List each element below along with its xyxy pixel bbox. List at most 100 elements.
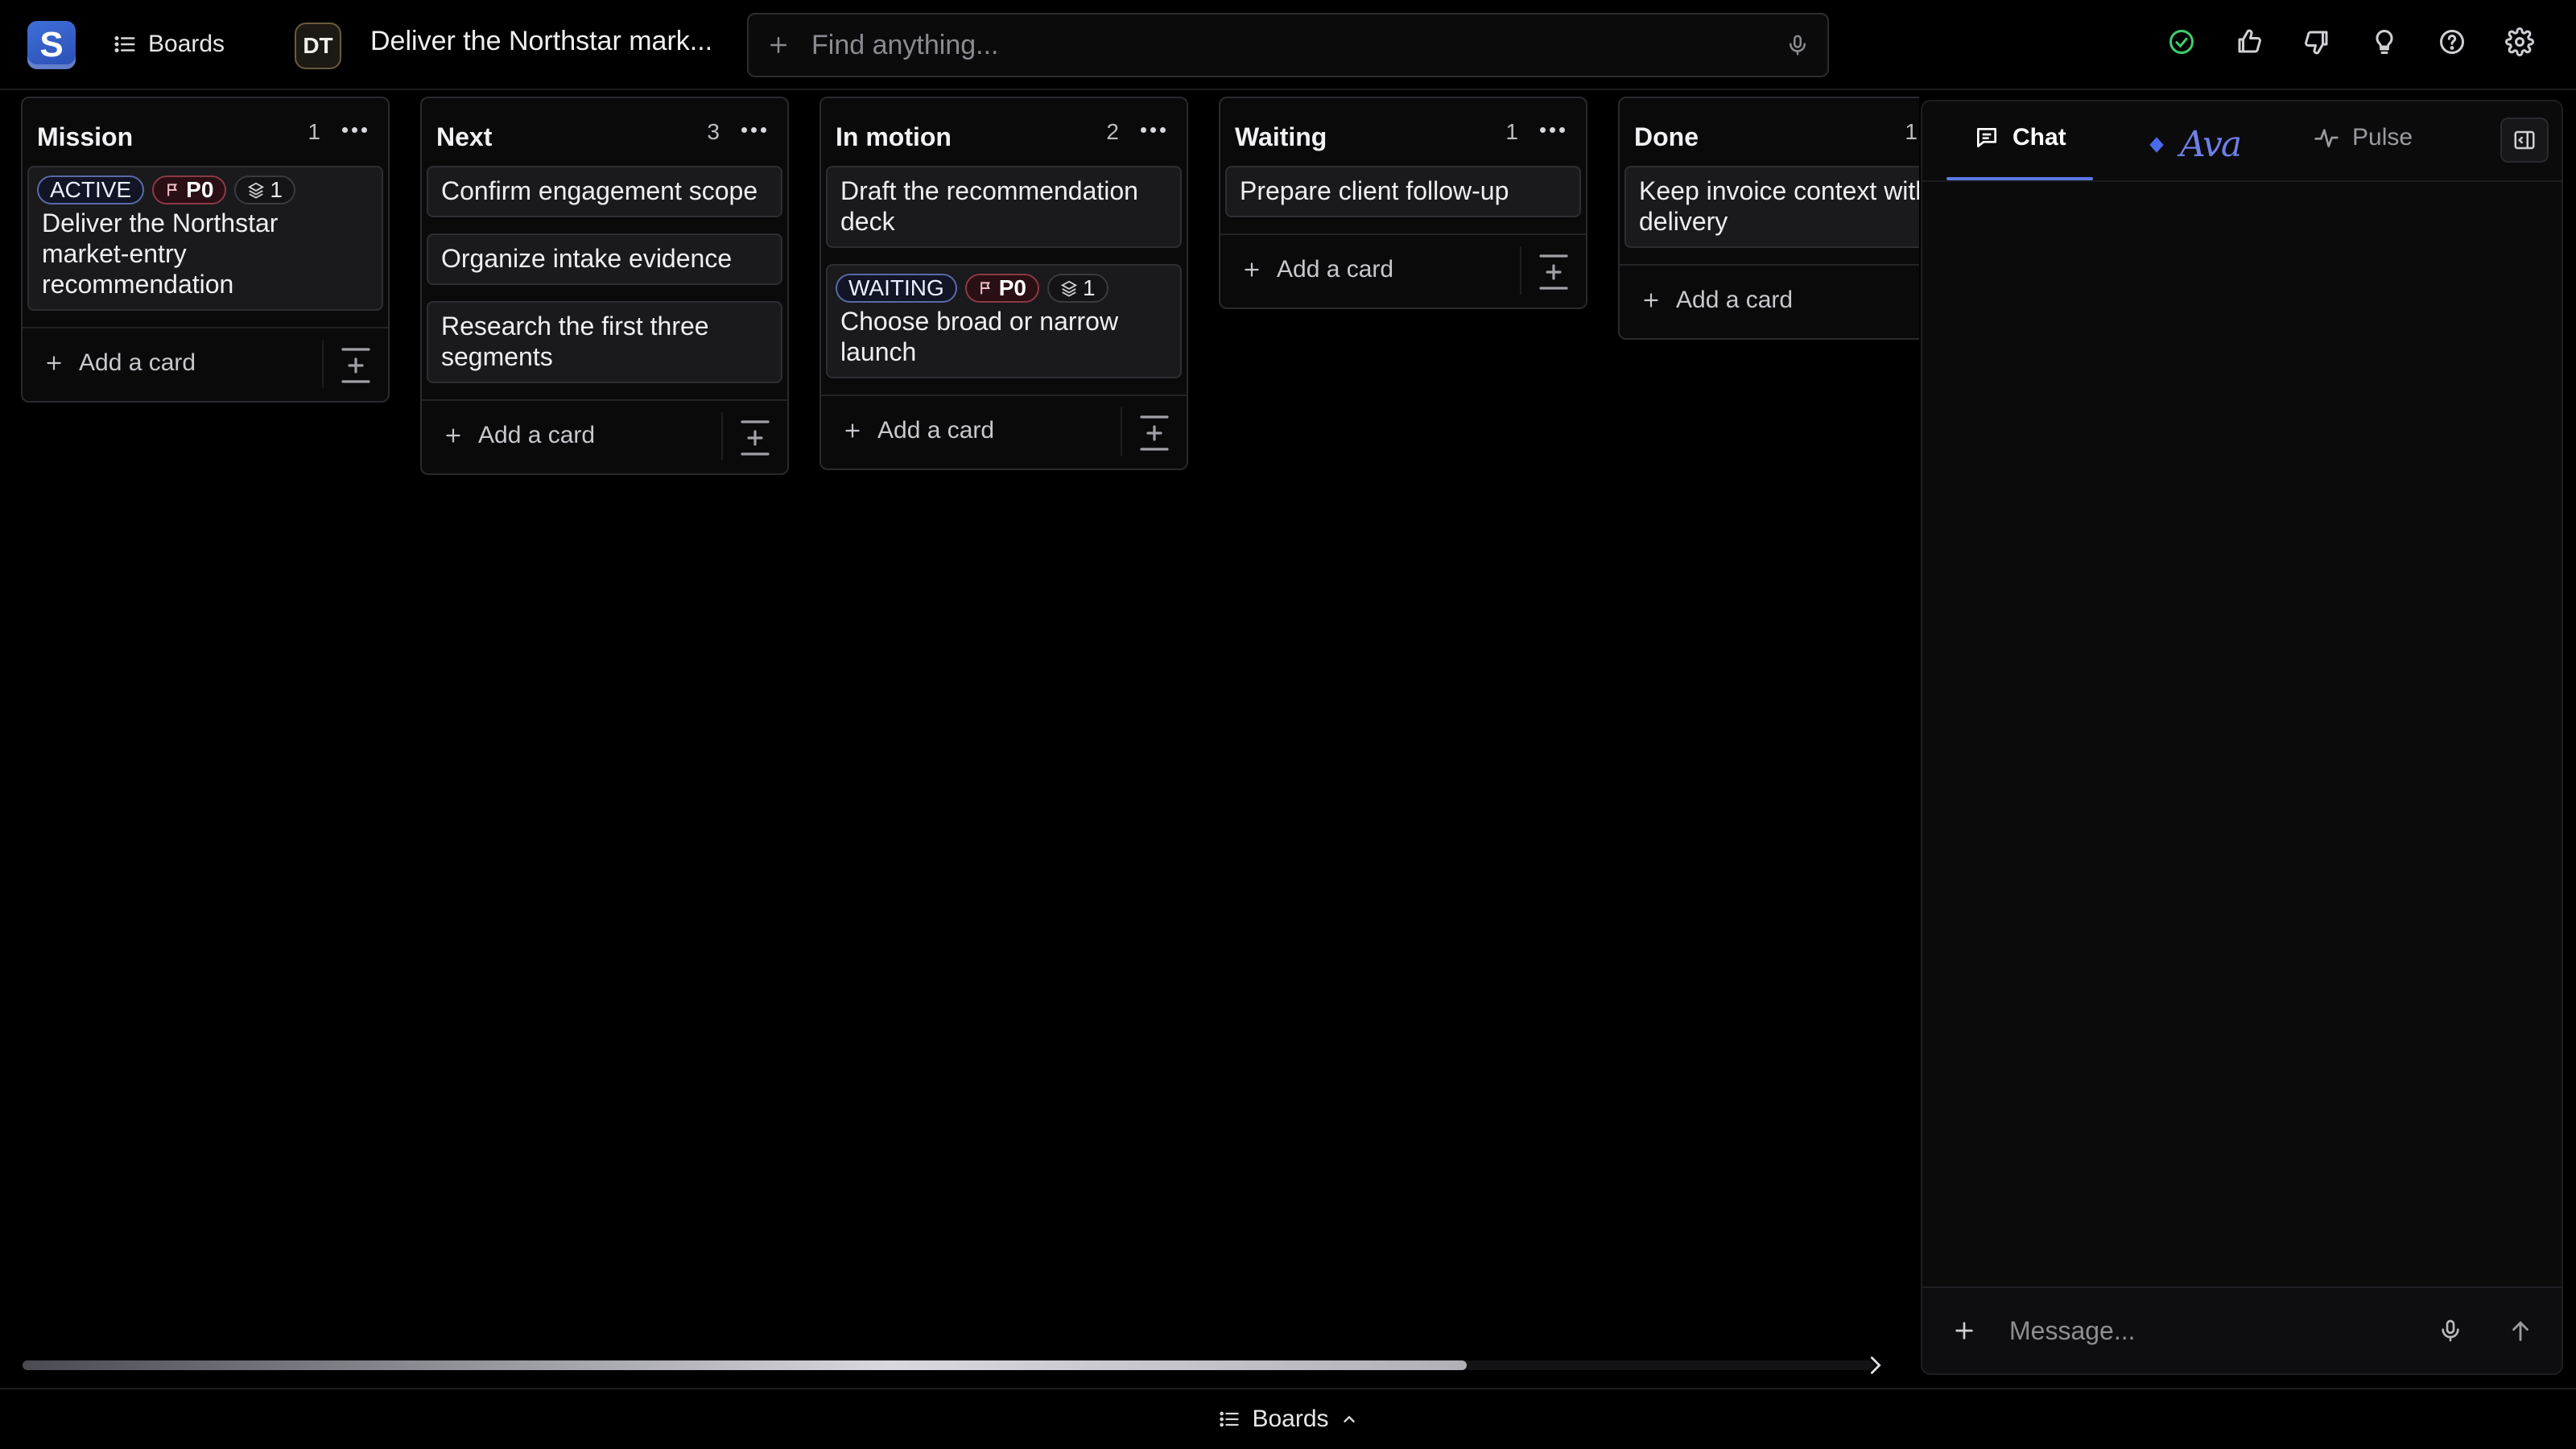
plus-icon: [1245, 262, 1259, 277]
microphone-icon[interactable]: [2438, 1318, 2463, 1344]
top-bar: S Boards DT Deliver the Northstar mark..…: [0, 0, 2576, 90]
panel-tabs: Chat Ava Pulse: [1922, 101, 2562, 182]
add-card-label: Add a card: [877, 417, 995, 444]
sidebar-toggle-icon: [2514, 130, 2535, 150]
column-waiting: Waiting 1 Prepare client follow-up Add a…: [1219, 97, 1587, 309]
workspace-initials: DT: [303, 33, 333, 58]
add-card-button[interactable]: Add a card: [842, 417, 994, 444]
column-in-motion: In motion 2 Draft the recommendation dec…: [819, 97, 1188, 470]
divider: [721, 412, 723, 460]
card[interactable]: Keep invoice context with delivery: [1624, 166, 1919, 248]
divider: [1520, 246, 1521, 295]
collapse-panel-button[interactable]: [2500, 118, 2549, 163]
more-options-icon[interactable]: [1540, 127, 1565, 133]
add-card-label: Add a card: [79, 349, 196, 376]
board-columns-area: Mission 1 ACTIVE P0 1 Deliver the Norths: [0, 92, 1919, 1364]
divider: [1121, 407, 1122, 456]
subtasks-count: 1: [1082, 275, 1096, 300]
add-card-button[interactable]: Add a card: [43, 349, 196, 377]
active-tab-indicator: [1946, 177, 2093, 180]
settings-icon[interactable]: [2504, 26, 2536, 58]
send-arrow-icon[interactable]: [2507, 1317, 2534, 1344]
column-footer: Add a card: [821, 394, 1187, 469]
diamond-icon: [2149, 136, 2164, 153]
tab-ava-label: Ava: [2180, 124, 2242, 165]
chevron-right-icon[interactable]: [1864, 1354, 1887, 1377]
tab-chat[interactable]: Chat: [1974, 124, 2066, 151]
column-title: Mission: [37, 122, 134, 151]
priority-badge: P0: [964, 274, 1039, 303]
boards-nav-button[interactable]: Boards: [113, 24, 225, 64]
card[interactable]: ACTIVE P0 1 Deliver the Northstar market…: [27, 166, 383, 311]
lightbulb-icon[interactable]: [2368, 26, 2401, 58]
card[interactable]: Confirm engagement scope: [427, 166, 782, 217]
tab-pulse[interactable]: Pulse: [2314, 124, 2413, 151]
card[interactable]: Prepare client follow-up: [1225, 166, 1581, 217]
more-options-icon[interactable]: [741, 127, 766, 133]
column-next: Next 3 Confirm engagement scope Organize…: [420, 97, 789, 475]
bottom-bar-label: Boards: [1252, 1406, 1329, 1432]
scrollbar-thumb[interactable]: [23, 1360, 1467, 1370]
logo-letter: S: [39, 25, 64, 64]
layers-icon: [248, 182, 265, 199]
divider: [322, 340, 324, 388]
more-options-icon[interactable]: [342, 127, 367, 133]
card[interactable]: Research the first three segments: [427, 301, 782, 383]
more-options-icon[interactable]: [1141, 127, 1166, 133]
column-mission: Mission 1 ACTIVE P0 1 Deliver the Norths: [21, 97, 390, 402]
column-count: 3: [707, 119, 720, 144]
card[interactable]: WAITING P0 1 Choose broad or narrow laun…: [826, 264, 1182, 378]
plus-icon: [845, 423, 860, 438]
add-card-button[interactable]: Add a card: [1641, 287, 1793, 314]
card-title: Deliver the Northstar market-entry recom…: [42, 208, 279, 299]
column-count: 1: [308, 119, 320, 144]
column-footer: Add a card: [1220, 233, 1586, 308]
add-card-bottom-icon[interactable]: [338, 345, 374, 386]
column-title: Next: [436, 122, 493, 151]
column-count: 2: [1106, 119, 1119, 144]
card[interactable]: Organize intake evidence: [427, 233, 782, 285]
priority-label: P0: [186, 177, 214, 202]
priority-badge: P0: [152, 175, 227, 204]
add-card-bottom-icon[interactable]: [1536, 251, 1571, 293]
message-composer: [1922, 1286, 2562, 1373]
add-card-bottom-icon[interactable]: [1137, 412, 1172, 454]
plus-icon: [446, 428, 460, 443]
priority-label: P0: [998, 275, 1026, 300]
assistant-panel: Chat Ava Pulse: [1921, 100, 2563, 1375]
column-header: Waiting 1: [1220, 98, 1586, 166]
microphone-icon[interactable]: [1785, 33, 1810, 57]
subtasks-count: 1: [270, 177, 283, 202]
chat-icon: [1977, 128, 1996, 147]
check-circle-icon[interactable]: [2165, 26, 2198, 58]
chevron-up-icon: [1340, 1410, 1358, 1428]
flag-icon: [167, 184, 178, 196]
add-card-bottom-icon[interactable]: [737, 417, 773, 459]
status-badge: WAITING: [836, 274, 957, 303]
bottom-bar[interactable]: Boards: [0, 1388, 2576, 1449]
attach-plus-icon[interactable]: [1951, 1318, 1977, 1344]
activity-icon: [2314, 129, 2339, 147]
add-card-button[interactable]: Add a card: [1241, 256, 1393, 283]
workspace-avatar[interactable]: DT: [295, 23, 341, 69]
board-title[interactable]: Deliver the Northstar mark...: [370, 26, 712, 57]
card-title: Organize intake evidence: [441, 244, 733, 273]
subtasks-badge: 1: [1046, 274, 1108, 303]
plus-icon: [1644, 293, 1658, 308]
tab-ava[interactable]: Ava: [2146, 124, 2242, 165]
add-card-button[interactable]: Add a card: [443, 422, 595, 449]
search-bar: [747, 13, 1829, 77]
search-input[interactable]: [811, 21, 1785, 69]
thumbs-up-icon[interactable]: [2233, 26, 2265, 58]
add-card-label: Add a card: [1277, 256, 1394, 283]
horizontal-scrollbar[interactable]: [23, 1360, 1874, 1370]
card[interactable]: Draft the recommendation deck: [826, 166, 1182, 248]
plus-icon: [47, 356, 61, 370]
top-right-icons: [2165, 26, 2536, 58]
app-logo[interactable]: S: [27, 21, 76, 69]
plus-icon[interactable]: [766, 33, 791, 57]
column-count: 1: [1905, 119, 1918, 144]
thumbs-down-icon[interactable]: [2301, 26, 2333, 58]
help-icon[interactable]: [2436, 26, 2468, 58]
message-input[interactable]: [2009, 1315, 2438, 1346]
